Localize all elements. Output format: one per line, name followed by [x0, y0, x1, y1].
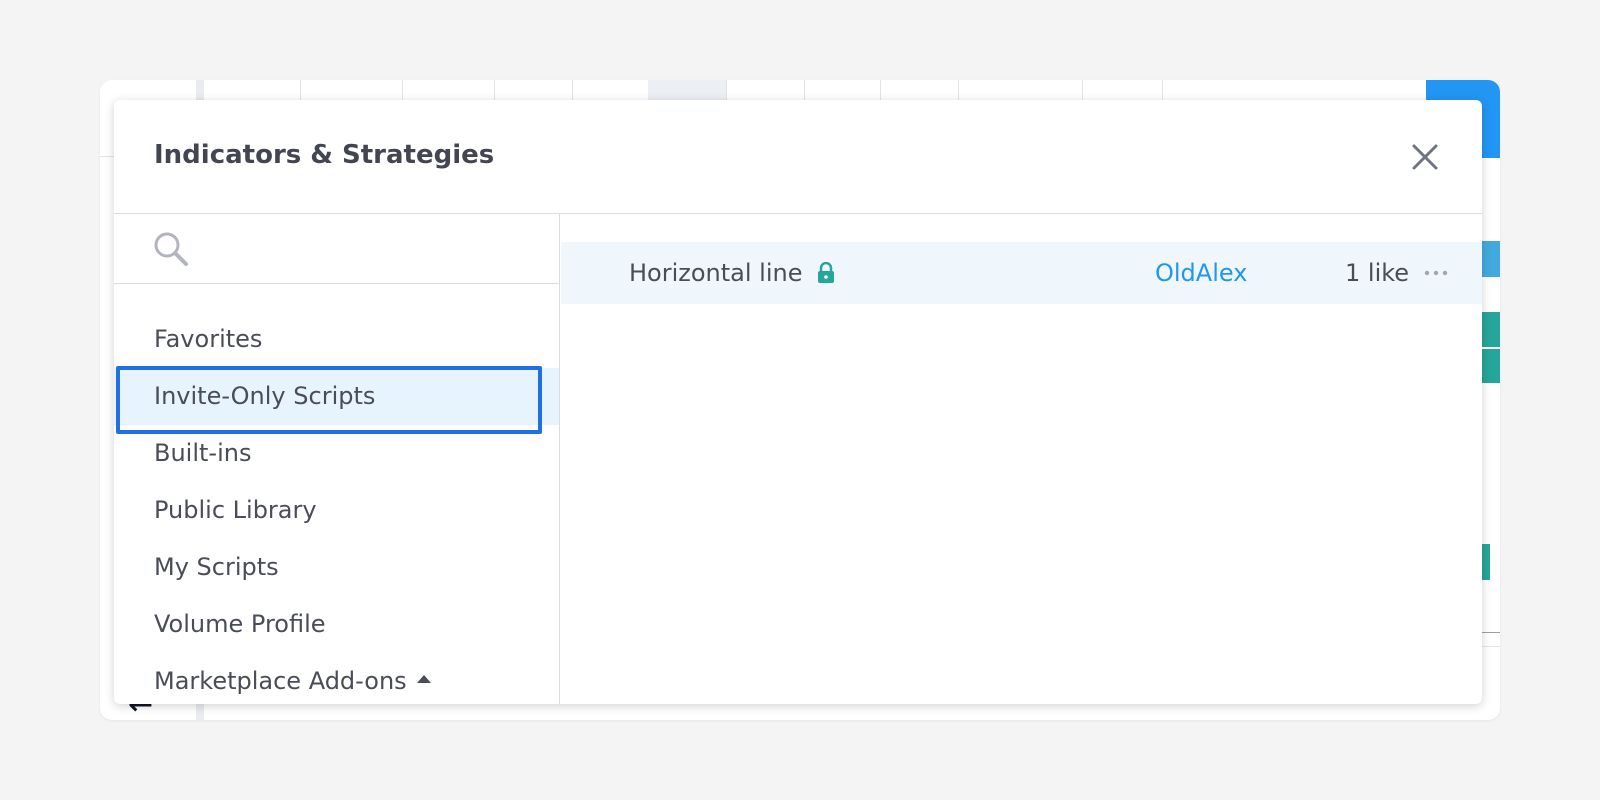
dialog-title: Indicators & Strategies — [154, 140, 495, 170]
close-icon — [1412, 144, 1438, 170]
category-label: Marketplace Add-ons — [154, 667, 407, 695]
lock-icon — [818, 262, 834, 283]
category-label: Invite-Only Scripts — [154, 382, 376, 410]
caret-up-icon — [416, 675, 431, 683]
price-label — [1480, 312, 1500, 347]
category-built-ins[interactable]: Built-ins — [114, 425, 559, 482]
category-sidebar: Favorites Invite-Only Scripts Built-ins … — [114, 214, 560, 704]
category-label: Favorites — [154, 325, 263, 353]
search-box — [114, 214, 559, 284]
search-input[interactable] — [200, 224, 540, 274]
category-favorites[interactable]: Favorites — [114, 311, 559, 368]
category-my-scripts[interactable]: My Scripts — [114, 539, 559, 596]
dialog-header: Indicators & Strategies — [114, 100, 1482, 214]
category-label: Volume Profile — [154, 610, 326, 638]
category-list: Favorites Invite-Only Scripts Built-ins … — [114, 311, 559, 704]
search-icon — [154, 232, 188, 266]
script-likes: 1 like — [1345, 259, 1410, 287]
indicators-dialog: Indicators & Strategies Favorites Invite… — [114, 100, 1482, 704]
category-volume-profile[interactable]: Volume Profile — [114, 596, 559, 653]
category-label: Built-ins — [154, 439, 252, 467]
price-label — [1480, 241, 1500, 277]
script-row[interactable]: Horizontal line OldAlex 1 like — [561, 242, 1482, 304]
category-label: My Scripts — [154, 553, 279, 581]
category-marketplace-add-ons[interactable]: Marketplace Add-ons — [114, 653, 559, 704]
more-icon[interactable] — [1423, 264, 1449, 282]
price-label — [1480, 349, 1500, 383]
category-invite-only-scripts[interactable]: Invite-Only Scripts — [114, 366, 559, 434]
category-public-library[interactable]: Public Library — [114, 482, 559, 539]
category-label: Public Library — [154, 496, 317, 524]
script-name: Horizontal line — [629, 259, 803, 287]
script-author-link[interactable]: OldAlex — [1155, 242, 1247, 304]
close-button[interactable] — [1408, 140, 1442, 174]
script-list: Horizontal line OldAlex 1 like — [561, 214, 1482, 704]
